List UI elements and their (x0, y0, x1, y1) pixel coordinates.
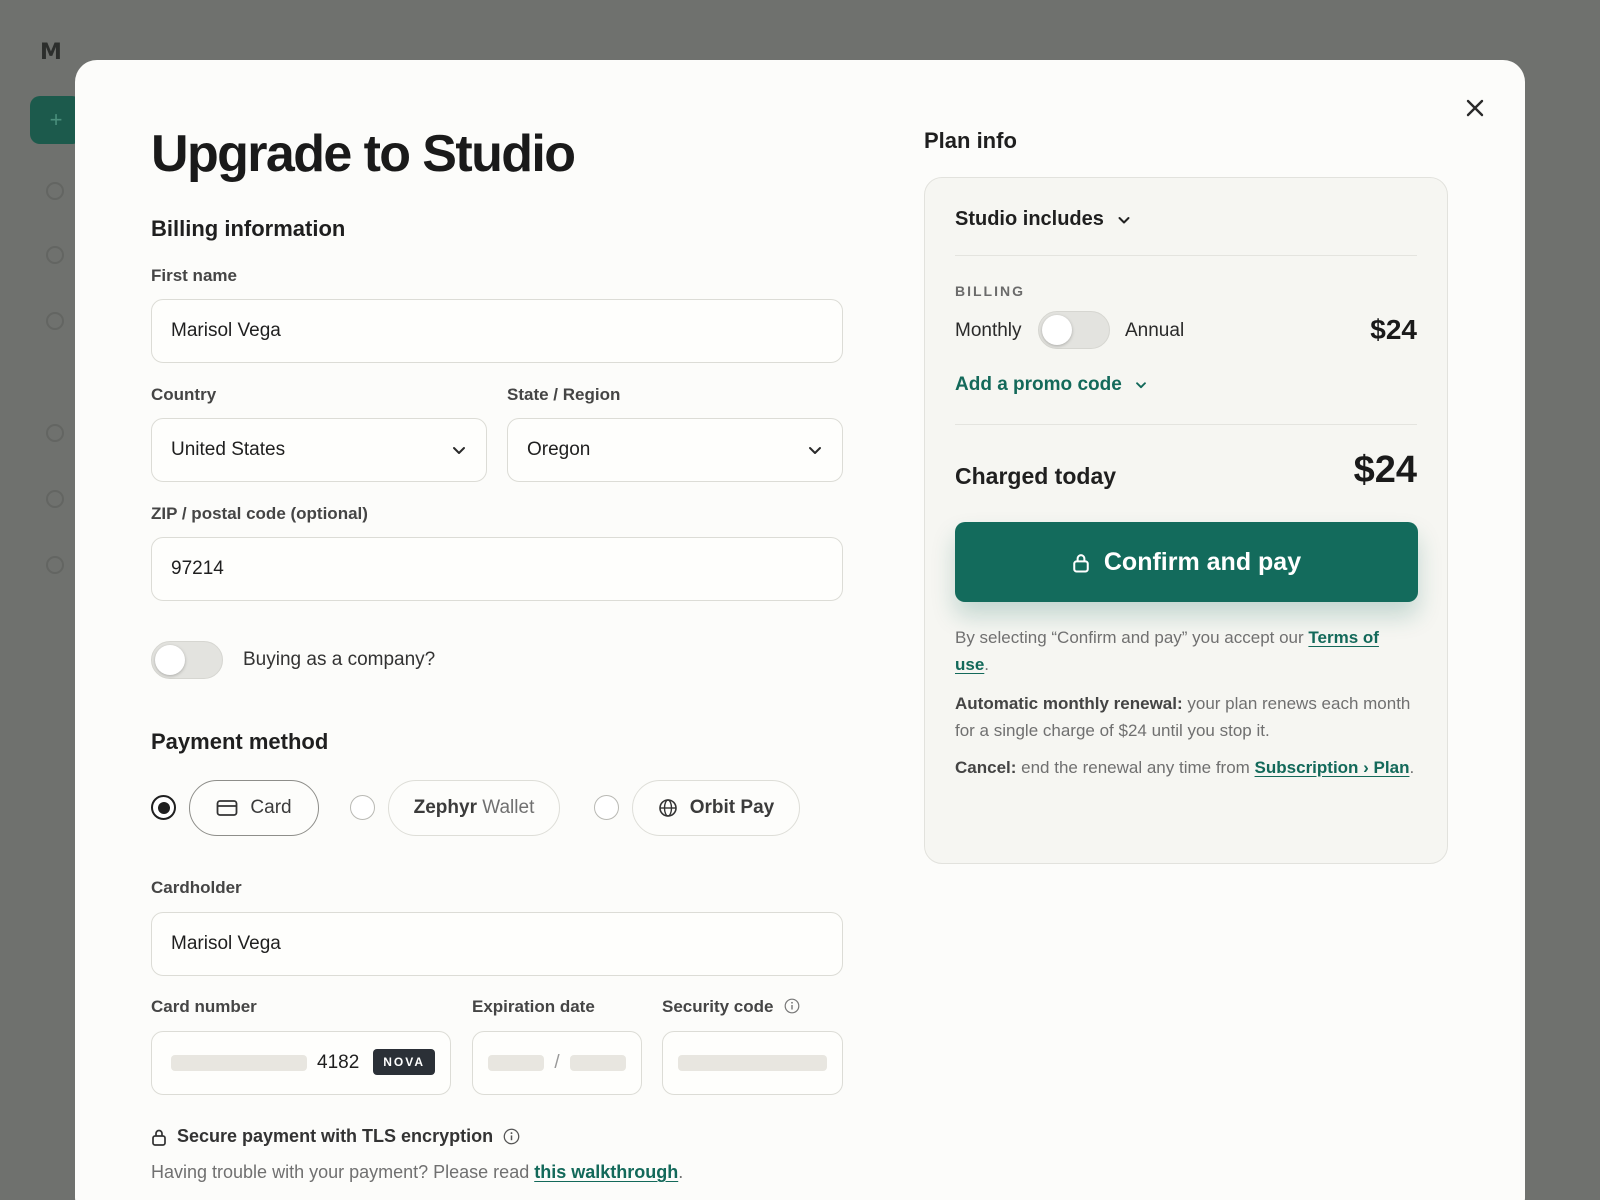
zip-label: ZIP / postal code (optional) (151, 504, 368, 523)
expiration-separator: / (554, 1052, 560, 1073)
zephyr-suffix: Wallet (482, 797, 535, 818)
confirm-and-pay-button[interactable]: Confirm and pay (955, 522, 1418, 602)
toggle-knob (1042, 315, 1072, 345)
expiration-field[interactable]: / (472, 1031, 642, 1095)
security-code-field[interactable] (662, 1031, 843, 1095)
plan-price: $24 (1370, 314, 1417, 345)
first-name-label: First name (151, 266, 237, 285)
info-icon[interactable] (784, 998, 800, 1014)
promo-code-toggle[interactable]: Add a promo code (955, 374, 1417, 396)
secure-note: Secure payment with TLS encryption (151, 1126, 520, 1147)
info-icon (503, 1128, 520, 1145)
cardholder-value: Marisol Vega (171, 933, 281, 954)
card-number-field[interactable]: 4182 NOVA (151, 1031, 451, 1095)
lock-icon (152, 1129, 166, 1146)
cardholder-label: Cardholder (151, 878, 242, 897)
charged-today-label: Charged today (955, 463, 1117, 489)
chevron-down-icon (453, 447, 465, 454)
company-toggle-label: Buying as a company? (243, 649, 436, 670)
state-select[interactable]: Oregon (507, 418, 843, 482)
expiration-year-mask (569, 1055, 626, 1071)
terms-note: By selecting “Confirm and pay” you accep… (955, 624, 1415, 678)
plan-info-heading: Plan info (924, 128, 1017, 153)
trouble-suffix: . (678, 1162, 684, 1182)
payment-heading: Payment method (151, 729, 329, 754)
close-button[interactable] (1461, 94, 1489, 122)
chevron-down-icon (1135, 382, 1146, 389)
radio-orbit[interactable] (594, 795, 619, 820)
country-select[interactable]: United States (151, 418, 487, 482)
nav-search-icon (46, 246, 64, 264)
expiration-label: Expiration date (472, 997, 595, 1016)
company-toggle[interactable] (151, 641, 223, 679)
credit-card-icon (217, 800, 238, 816)
state-value: Oregon (527, 439, 591, 460)
security-code-label-text: Security code (662, 997, 774, 1016)
lock-icon (1073, 553, 1089, 573)
globe-icon (658, 799, 677, 817)
chevron-down-icon (1118, 216, 1130, 223)
billing-heading: Billing information (151, 216, 346, 241)
renewal-note: Automatic monthly renewal: your plan ren… (955, 690, 1415, 744)
nav-inbox-icon (46, 424, 64, 442)
plan-card: Studio includes BILLING Monthly Annual $… (924, 177, 1448, 864)
cancel-suffix: . (1409, 758, 1415, 777)
radio-card[interactable] (151, 795, 176, 820)
zip-value: 97214 (171, 558, 224, 579)
upgrade-modal: Upgrade to Studio Billing information Fi… (75, 60, 1525, 1200)
card-option-label: Card (250, 797, 292, 818)
walkthrough-link[interactable]: this walkthrough (534, 1162, 678, 1182)
country-label: Country (151, 385, 217, 404)
card-number-mask (171, 1055, 307, 1071)
trouble-prefix: Having trouble with your payment? Please… (151, 1162, 535, 1182)
renewal-bold: Automatic monthly renewal: (955, 694, 1183, 713)
nav-chat-icon (46, 490, 64, 508)
zip-field[interactable]: 97214 (151, 537, 843, 601)
cancel-bold: Cancel: (955, 758, 1017, 777)
cancel-text: end the renewal any time from (1016, 758, 1255, 777)
subscription-plan-link[interactable]: Subscription › Plan (1255, 758, 1410, 777)
orbit-option-label: Orbit Pay (689, 797, 775, 818)
billing-period-toggle[interactable] (1038, 311, 1110, 349)
nav-settings-icon (46, 312, 64, 330)
expiration-month-mask (488, 1055, 545, 1071)
security-code-label: Security code (662, 997, 800, 1017)
card-brand-badge: NOVA (373, 1049, 435, 1075)
cancel-note: Cancel: end the renewal any time from Su… (955, 754, 1415, 781)
state-label: State / Region (507, 385, 621, 404)
security-code-mask (678, 1055, 827, 1071)
radio-zephyr[interactable] (350, 795, 375, 820)
terms-suffix: . (984, 655, 990, 674)
secure-note-text: Secure payment with TLS encryption (177, 1126, 494, 1146)
divider (955, 424, 1417, 425)
nav-user-icon (46, 556, 64, 574)
confirm-button-label: Confirm and pay (1103, 547, 1302, 576)
app-logo: M (40, 40, 62, 65)
payment-option-card[interactable]: Card (189, 780, 319, 836)
card-number-label: Card number (151, 997, 257, 1016)
close-icon (1466, 99, 1484, 117)
billing-label: BILLING (955, 283, 1025, 299)
toggle-knob (155, 645, 185, 675)
promo-code-label: Add a promo code (955, 374, 1122, 395)
page-title: Upgrade to Studio (151, 125, 576, 183)
chevron-down-icon (809, 447, 821, 454)
trouble-note: Having trouble with your payment? Please… (151, 1162, 683, 1183)
charged-today-amount: $24 (1353, 449, 1417, 491)
annual-label: Annual (1125, 320, 1185, 341)
cardholder-field[interactable]: Marisol Vega (151, 912, 843, 976)
nav-home-icon (46, 182, 64, 200)
payment-option-orbit[interactable]: Orbit Pay (632, 780, 800, 836)
studio-includes-toggle[interactable]: Studio includes (955, 208, 1417, 231)
card-last4: 4182 (317, 1052, 360, 1073)
country-value: United States (171, 439, 286, 460)
zephyr-brand: Zephyr (413, 797, 477, 818)
divider (955, 255, 1417, 256)
payment-option-zephyr[interactable]: Zephyr Wallet (388, 780, 560, 836)
studio-includes-label: Studio includes (955, 208, 1104, 230)
terms-prefix: By selecting “Confirm and pay” you accep… (955, 628, 1309, 647)
monthly-label: Monthly (955, 320, 1022, 341)
first-name-value: Marisol Vega (171, 320, 281, 341)
first-name-field[interactable]: Marisol Vega (151, 299, 843, 363)
